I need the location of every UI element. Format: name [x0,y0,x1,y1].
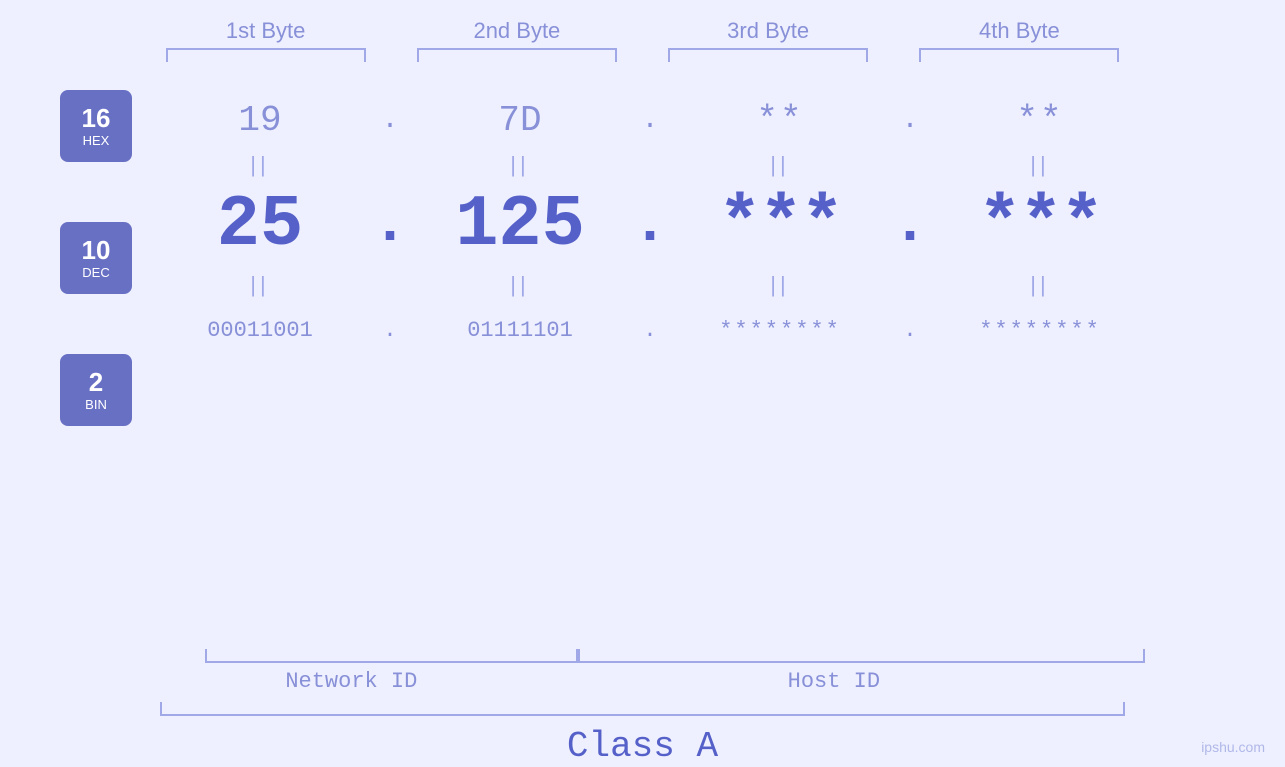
bracket-host [578,649,1145,663]
dec-dot3: . [880,191,940,259]
bin-badge-number: 2 [89,368,103,397]
id-labels-row: Network ID Host ID [0,669,1285,694]
hex-byte2: 7D [420,100,620,141]
hex-value-2: 7D [498,100,541,141]
bin-value-3: ******** [719,318,841,343]
bin-value-4: ******** [979,318,1101,343]
eq2-byte1: || [160,272,360,298]
eq1-byte4: || [940,152,1140,178]
hex-dot-2: . [642,105,659,136]
equals-row-2: || || || || [160,270,1225,300]
network-id-label: Network ID [160,669,543,694]
eq2-byte3: || [680,272,880,298]
bin-byte2: 01111101 [420,318,620,343]
dec-dot-3: . [892,191,928,259]
dec-byte1: 25 [160,184,360,266]
dec-dot2: . [620,191,680,259]
bottom-brackets-row [0,649,1285,663]
bin-row: 00011001 . 01111101 . ******** . [160,300,1225,360]
hex-dot3: . [880,105,940,136]
dec-byte4: *** [940,184,1140,266]
eq1-byte2: || [420,152,620,178]
dec-value-2: 125 [455,184,585,266]
dec-byte3: *** [680,184,880,266]
bin-badge: 2 BIN [60,354,132,426]
bin-dot3: . [880,318,940,343]
hex-dot-1: . [382,105,399,136]
bin-dot-1: . [383,318,396,343]
data-columns: 19 . 7D . ** . ** [160,70,1225,360]
bracket-network [205,649,578,663]
dec-badge-number: 10 [82,236,111,265]
main-container: 1st Byte 2nd Byte 3rd Byte 4th Byte 16 H… [0,0,1285,767]
badges-column: 16 HEX 10 DEC 2 BIN [60,70,160,486]
eq2-byte2: || [420,272,620,298]
dec-dot1: . [360,191,420,259]
hex-dot1: . [360,105,420,136]
bin-value-2: 01111101 [467,318,573,343]
dec-value-3: *** [718,184,842,266]
hex-byte3: ** [680,100,880,141]
eq2-byte4: || [940,272,1140,298]
byte-headers: 1st Byte 2nd Byte 3rd Byte 4th Byte [0,18,1285,44]
hex-value-4: ** [1016,100,1063,141]
byte-1-header: 1st Byte [166,18,366,44]
bin-dot1: . [360,318,420,343]
hex-row: 19 . 7D . ** . ** [160,90,1225,150]
byte-2-header: 2nd Byte [417,18,617,44]
hex-badge-number: 16 [82,104,111,133]
bin-dot-3: . [903,318,916,343]
dec-value-4: *** [978,184,1102,266]
hex-byte1: 19 [160,100,360,141]
dec-dot-1: . [372,191,408,259]
host-id-label: Host ID [543,669,1125,694]
bin-byte4: ******** [940,318,1140,343]
bin-dot2: . [620,318,680,343]
bin-byte3: ******** [680,318,880,343]
bin-dot-2: . [643,318,656,343]
hex-byte4: ** [940,100,1140,141]
bracket-byte2 [417,48,617,62]
watermark: ipshu.com [1201,739,1265,755]
bracket-byte1 [166,48,366,62]
eq1-byte1: || [160,152,360,178]
equals-row-1: || || || || [160,150,1225,180]
top-brackets [0,48,1285,62]
overall-bracket-row [0,702,1285,716]
dec-row: 25 . 125 . *** . *** [160,180,1225,270]
dec-dot-2: . [632,191,668,259]
bracket-byte3 [668,48,868,62]
hex-badge-label: HEX [83,133,110,148]
hex-value-3: ** [756,100,803,141]
dec-badge: 10 DEC [60,222,132,294]
eq1-byte3: || [680,152,880,178]
bin-value-1: 00011001 [207,318,313,343]
dec-value-1: 25 [217,184,303,266]
hex-badge: 16 HEX [60,90,132,162]
bin-badge-label: BIN [85,397,107,412]
bin-byte1: 00011001 [160,318,360,343]
dec-byte2: 125 [420,184,620,266]
content-area: 16 HEX 10 DEC 2 BIN 19 . [0,70,1285,645]
class-label: Class A [567,726,718,767]
dec-badge-label: DEC [82,265,109,280]
byte-3-header: 3rd Byte [668,18,868,44]
hex-value-1: 19 [238,100,281,141]
byte-4-header: 4th Byte [919,18,1119,44]
class-row: Class A [0,726,1285,767]
hex-dot2: . [620,105,680,136]
bracket-byte4 [919,48,1119,62]
hex-dot-3: . [902,105,919,136]
overall-bracket [160,702,1125,716]
